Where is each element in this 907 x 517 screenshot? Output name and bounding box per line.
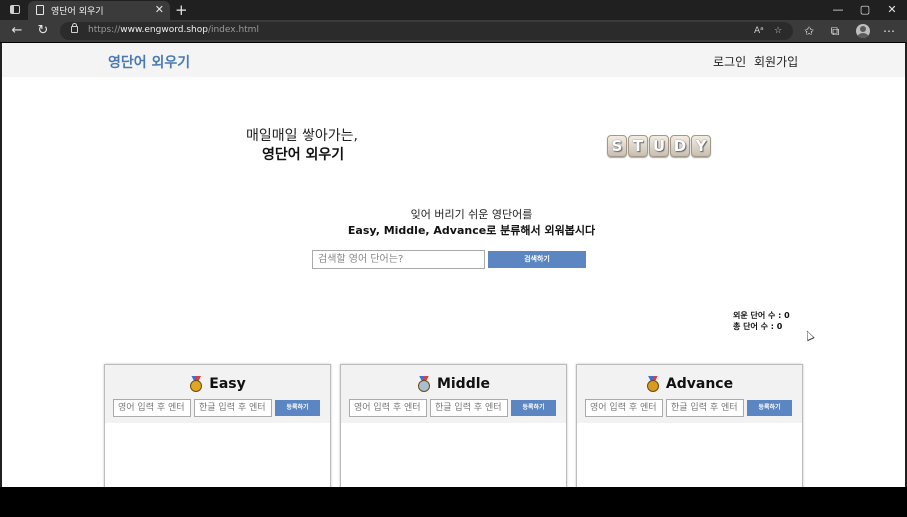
minimize-button[interactable]: —: [824, 0, 852, 20]
close-tab-icon[interactable]: ✕: [155, 3, 164, 17]
card-middle: Middle 등록하기: [340, 364, 567, 487]
card-title-row: Advance: [577, 373, 802, 392]
address-toolbar: ← ↻ https://www.engword.shop/index.html …: [0, 20, 907, 42]
dice-letter: Y: [691, 135, 711, 157]
tagline-line1: 잊어 버리기 쉬운 영단어를: [410, 208, 533, 221]
card-advance: Advance 등록하기: [576, 364, 803, 487]
browser-tab[interactable]: 영단어 외우기 ✕: [28, 1, 170, 20]
medal-icon: [646, 375, 660, 392]
korean-meaning-input[interactable]: [194, 399, 272, 417]
address-bar[interactable]: https://www.engword.shop/index.html Aᵃ ☆: [60, 22, 793, 40]
memorized-count: 외운 단어 수 : 0: [733, 311, 790, 320]
page-icon: [36, 5, 44, 15]
tagline-line2: Easy, Middle, Advance로 분류해서 외워봅시다: [347, 224, 596, 237]
taskbar-area: [0, 487, 907, 517]
register-button[interactable]: 등록하기: [275, 400, 320, 416]
card-header: Easy 등록하기: [105, 365, 330, 423]
hero-subtitle: 매일매일 쌓아가는,: [246, 128, 358, 144]
close-window-button[interactable]: ✕: [878, 0, 906, 20]
study-dice-image: S T U D Y: [607, 135, 711, 159]
card-title: Middle: [436, 375, 491, 392]
profile-avatar[interactable]: [856, 24, 870, 38]
english-word-input[interactable]: [113, 399, 191, 417]
read-aloud-icon[interactable]: Aᵃ: [754, 24, 764, 38]
korean-meaning-input[interactable]: [666, 399, 744, 417]
site-title[interactable]: 영단어 외우기: [108, 52, 190, 72]
favorite-star-icon[interactable]: ☆: [774, 24, 782, 38]
register-button[interactable]: 등록하기: [511, 400, 556, 416]
tab-actions-icon[interactable]: [10, 5, 20, 14]
refresh-icon[interactable]: ↻: [34, 22, 52, 40]
hero-title: 영단어 외우기: [262, 147, 345, 163]
url-text: https://www.engword.shop/index.html: [88, 25, 259, 35]
card-title-row: Middle: [341, 373, 566, 392]
signup-link[interactable]: 회원가입: [754, 53, 798, 70]
card-easy: Easy 등록하기: [104, 364, 331, 487]
english-word-input[interactable]: [585, 399, 663, 417]
search-button[interactable]: 검색하기: [488, 251, 586, 268]
medal-icon: [417, 375, 431, 392]
back-arrow-icon[interactable]: ←: [8, 22, 26, 40]
english-word-input[interactable]: [349, 399, 427, 417]
dice-letter: T: [628, 135, 648, 157]
word-stats: 외운 단어 수 : 0 총 단어 수 : 0: [733, 310, 790, 332]
lock-icon: [71, 23, 78, 33]
tab-title: 영단어 외우기: [51, 7, 104, 17]
dice-letter: U: [649, 135, 669, 157]
new-tab-button[interactable]: +: [175, 0, 188, 20]
search-input[interactable]: [312, 250, 485, 269]
browser-tab-bar: 영단어 외우기 ✕ + — ▢ ✕: [0, 0, 907, 20]
card-header: Advance 등록하기: [577, 365, 802, 423]
favorites-icon[interactable]: ✩: [800, 22, 818, 40]
maximize-button[interactable]: ▢: [851, 0, 879, 20]
medal-icon: [189, 375, 203, 392]
login-link[interactable]: 로그인: [713, 53, 746, 70]
collections-icon[interactable]: ⧉: [826, 22, 844, 40]
page-viewport: 영단어 외우기 로그인 회원가입 매일매일 쌓아가는, 영단어 외우기 S T …: [2, 43, 905, 487]
register-button[interactable]: 등록하기: [747, 400, 792, 416]
card-title-row: Easy: [105, 373, 330, 392]
site-header: 영단어 외우기 로그인 회원가입: [2, 43, 905, 77]
dice-letter: D: [670, 135, 690, 157]
card-title: Easy: [209, 375, 246, 392]
card-title: Advance: [665, 375, 734, 392]
card-header: Middle 등록하기: [341, 365, 566, 423]
dice-letter: S: [607, 135, 627, 157]
more-menu-icon[interactable]: ⋯: [880, 22, 898, 40]
korean-meaning-input[interactable]: [430, 399, 508, 417]
total-count: 총 단어 수 : 0: [733, 322, 783, 331]
